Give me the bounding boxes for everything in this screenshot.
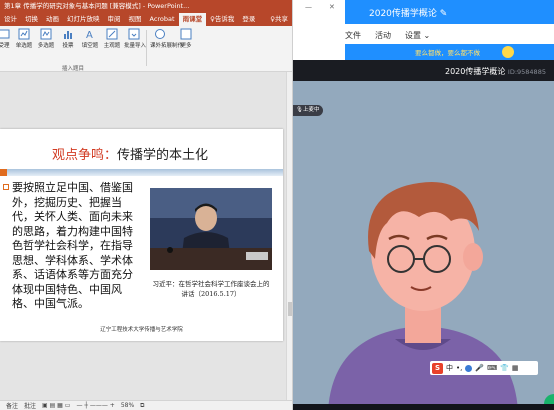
ribbon-subjective-button[interactable]: 主观题 [102,28,122,49]
slide-title-stripe [0,169,283,176]
slide-marker [0,169,7,176]
tab-acrobat[interactable]: Acrobat [146,13,179,26]
ribbon-accept-button[interactable]: 受理 [0,28,14,49]
tab-files[interactable]: 文件 [345,30,361,41]
close-icon[interactable]: ✕ [329,3,335,11]
ppt-ribbon-tabs: 设计 切换 动画 幻灯片放映 审阅 视图 Acrobat 雨课堂 ♀告诉我 登录… [0,13,292,26]
extension-icon [155,29,165,39]
ribbon-separator [146,30,147,66]
view-icons[interactable]: ▣ ▤ ▦ ▭ [42,402,70,409]
chat-header: 2020传播学概论 ✎ [345,0,554,24]
live-header: 2020传播学概论 ID:9584885 [293,60,554,81]
emoji-icon [502,46,514,58]
single-choice-icon [18,28,30,40]
share-button[interactable]: ♀共享 [266,13,292,26]
mic-icon: 🎙 [296,107,303,113]
accept-icon [0,29,10,39]
slide-title-rest: 传播学的本土化 [117,148,209,163]
slide-footer: 辽宁工程技术大学传播与艺术学院 [100,327,183,333]
zoom-level[interactable]: 58% [121,402,134,409]
slide-photo [150,188,272,270]
live-bottom-bar [293,404,554,410]
side-float-button[interactable] [544,394,554,404]
tab-rain-classroom[interactable]: 雨课堂 [178,13,207,26]
powerpoint-window: 第1章 传播学的研究对象与基本问题 [兼容模式] - PowerPoint...… [0,0,292,410]
tab-activity[interactable]: 活动 [375,30,391,41]
slide[interactable]: 观点争鸣：传播学的本土化 要按照立足中国、借鉴国外，挖掘历史、把握当代，关怀人类… [0,129,283,341]
sogou-icon[interactable]: S [432,362,443,374]
tab-review[interactable]: 审阅 [104,13,125,26]
tab-animations[interactable]: 动画 [42,13,63,26]
skin-icon[interactable]: 👕 [500,364,509,372]
bullet-icon [3,184,9,190]
slide-title-highlight: 观点争鸣： [52,148,118,163]
subjective-icon [106,28,118,40]
signin-button[interactable]: 登录 [238,13,259,26]
ppt-status-bar: 备注 批注 ▣ ▤ ▦ ▭ — ┼ ——— + 58% ⧉ [0,400,292,410]
keyboard-icon[interactable]: ⌨ [487,364,497,372]
tab-design[interactable]: 设计 [0,13,21,26]
ppt-ribbon: 受理 单选题 多选题 投票 A 填空题 主观题 批量导入 课外拓展制作 更多 插… [0,26,292,72]
chat-window: 2020传播学概论 ✎ 文件 活动 设置 ⌄ 要么都做，要么都不做 [293,0,554,60]
ribbon-batch-import-button[interactable]: 批量导入 [124,28,146,49]
photo-caption: 习近平：在哲学社会科学工作座谈会上的讲话（2016.5.17） [152,280,270,298]
notes-button[interactable]: 备注 [6,401,18,410]
emoji-panel-icon[interactable] [465,364,473,372]
edit-icon[interactable]: ✎ [440,9,448,19]
slide-body-text: 要按照立足中国、借鉴国外，挖掘历史、把握当代，关怀人类、面向未来的思路，着力构建… [12,181,133,310]
tab-slideshow[interactable]: 幻灯片放映 [63,13,104,26]
ime-toolbar[interactable]: S 中 •, 🎤 ⌨ 👕 ▦ [430,361,538,375]
svg-text:A: A [86,30,93,40]
ime-lang[interactable]: 中 [446,363,453,373]
banner-text: 要么都做，要么都不做 [415,49,480,57]
ribbon-extension-button[interactable]: 课外拓展制作 [150,28,183,49]
ribbon-single-choice-button[interactable]: 单选题 [14,28,34,49]
on-mic-badge: 🎙上麦中 [293,105,323,116]
ribbon-more-button[interactable]: 更多 [176,28,196,49]
multi-choice-icon [40,28,52,40]
microphone-icon[interactable]: 🎤 [475,364,484,372]
live-room: 2020传播学概论 ID:9584885 🎙上麦中 S 中 •, 🎤 ⌨ 👕 ▦ [293,60,554,410]
fill-blank-icon: A [86,30,93,40]
minimize-icon[interactable]: — [305,3,312,11]
chat-nav-bar: 文件 活动 设置 ⌄ [293,24,554,44]
speaker-photo-icon [150,188,272,270]
chat-title: 2020传播学概论 ✎ [369,9,448,19]
tab-settings[interactable]: 设置 ⌄ [405,30,430,41]
toolbox-icon[interactable]: ▦ [512,364,519,372]
fit-window-icon[interactable]: ⧉ [140,402,144,410]
zoom-slider[interactable]: — ┼ ——— + [76,402,114,409]
slide-title-area: 观点争鸣：传播学的本土化 [0,144,283,169]
ribbon-group-label: 插入题目 [62,66,85,72]
tab-transitions[interactable]: 切换 [21,13,42,26]
slide-title: 观点争鸣：传播学的本土化 [52,144,208,163]
chevron-down-icon: ⌄ [423,31,431,40]
chat-banner: 要么都做，要么都不做 [345,44,554,60]
ribbon-fill-blank-button[interactable]: A 填空题 [80,28,100,49]
ppt-title-bar: 第1章 传播学的研究对象与基本问题 [兼容模式] - PowerPoint... [0,0,292,13]
ribbon-multi-choice-button[interactable]: 多选题 [36,28,56,49]
tab-view[interactable]: 视图 [125,13,146,26]
import-icon [128,28,140,40]
video-stage: 🎙上麦中 S 中 •, � [293,81,554,404]
tab-tell-me[interactable]: ♀告诉我 [206,13,238,26]
ribbon-vote-button[interactable]: 投票 [58,28,78,49]
more-icon [180,28,192,40]
live-room-id: ID:9584885 [507,68,546,76]
punctuation-icon[interactable]: •, [456,364,462,372]
live-title: 2020传播学概论 ID:9584885 [445,67,546,76]
vote-icon [64,31,72,39]
comments-button[interactable]: 批注 [24,401,36,410]
